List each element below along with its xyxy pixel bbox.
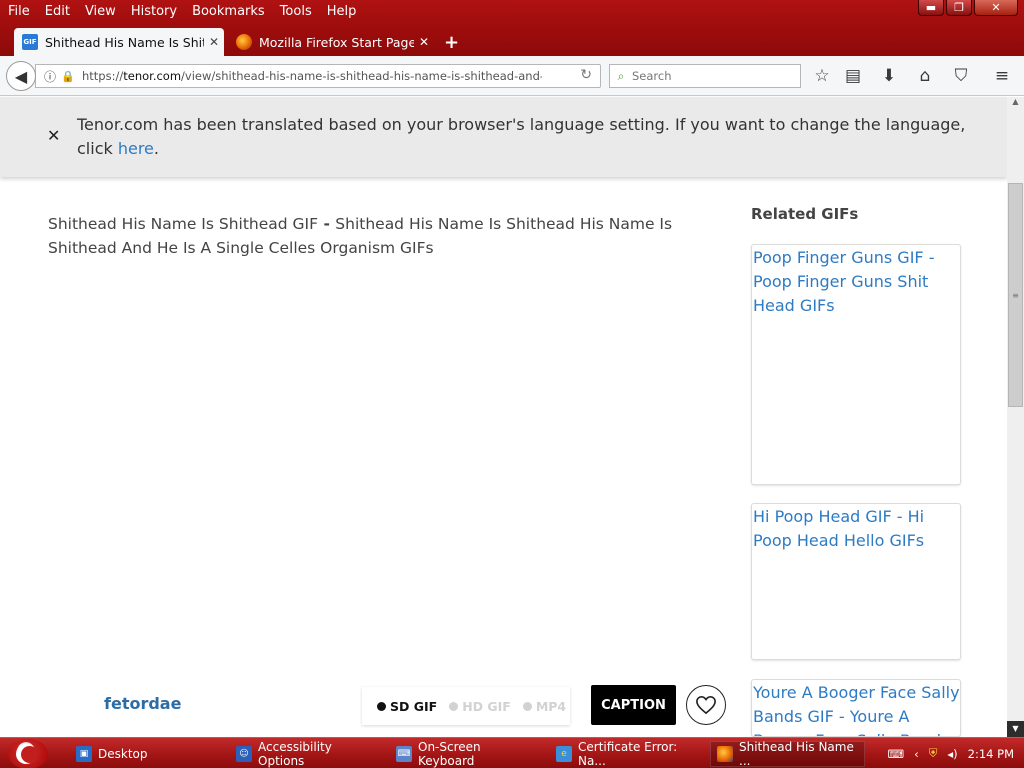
related-gif-title[interactable]: Poop Finger Guns GIF - Poop Finger Guns … <box>752 245 960 318</box>
close-window-button[interactable]: ✕ <box>974 0 1018 16</box>
volume-icon[interactable]: ◂) <box>947 747 957 761</box>
hamburger-menu-icon[interactable]: ≡ <box>991 65 1013 87</box>
menu-bar: File Edit View History Bookmarks Tools H… <box>0 0 363 22</box>
browser-titlebar: File Edit View History Bookmarks Tools H… <box>0 0 1024 56</box>
translation-notice: ✕ Tenor.com has been translated based on… <box>0 97 1007 177</box>
heart-icon <box>696 695 716 715</box>
keyboard-icon: ⌨ <box>396 746 412 762</box>
tab-strip: GIF Shithead His Name Is Shith... ✕ Mozi… <box>0 28 1024 56</box>
taskbar-item-firefox[interactable]: Shithead His Name ... <box>710 740 865 768</box>
bookmarks-library-icon[interactable]: ▤ <box>842 65 864 87</box>
taskbar-label: Shithead His Name ... <box>739 740 854 768</box>
minimize-button[interactable]: ▬ <box>918 0 944 16</box>
taskbar-item-desktop[interactable]: ▣ Desktop <box>70 741 220 767</box>
shield-icon[interactable]: ⛨ <box>929 746 938 761</box>
scroll-up-icon[interactable]: ▲ <box>1007 97 1024 111</box>
gif-favicon-icon: GIF <box>22 34 38 50</box>
radio-dot-icon <box>449 701 459 711</box>
related-gif-card[interactable]: Hi Poop Head GIF - Hi Poop Head Hello GI… <box>751 503 961 660</box>
taskbar-item-keyboard[interactable]: ⌨ On-Screen Keyboard <box>390 740 540 768</box>
close-tab-icon[interactable]: ✕ <box>414 35 434 49</box>
favorite-button[interactable] <box>686 685 726 725</box>
search-bar[interactable]: ⌕ <box>609 64 801 88</box>
url-bar[interactable]: ⓘ 🔒 https://tenor.com/view/shithead-his-… <box>35 64 601 88</box>
ie-icon: e <box>556 746 572 762</box>
downloads-icon[interactable]: ⬇ <box>878 65 900 87</box>
radio-dot-icon <box>377 701 386 711</box>
accessibility-icon: ☺ <box>236 746 252 762</box>
url-text[interactable]: https://tenor.com/view/shithead-his-name… <box>82 69 542 83</box>
close-tab-icon[interactable]: ✕ <box>204 35 224 49</box>
reload-icon[interactable]: ↻ <box>580 67 592 83</box>
taskbar-item-certificate-error[interactable]: e Certificate Error: Na... <box>550 740 705 768</box>
close-notice-icon[interactable]: ✕ <box>47 126 60 145</box>
mp4-option[interactable]: MP4 <box>522 699 566 714</box>
caption-button[interactable]: CAPTION <box>591 685 676 725</box>
system-tray: ⌨ ‹ ⛨ ◂) 2:14 PM <box>888 738 1024 768</box>
scroll-down-icon[interactable]: ▼ <box>1007 721 1024 737</box>
windows-taskbar: ▣ Desktop ☺ Accessibility Options ⌨ On-S… <box>0 737 1024 768</box>
format-selector: SD GIF HD GIF MP4 <box>362 687 570 725</box>
related-gif-card[interactable]: Poop Finger Guns GIF - Poop Finger Guns … <box>751 244 961 485</box>
lock-warning-icon[interactable]: 🔒 <box>60 70 76 83</box>
page-scrollbar[interactable]: ▲ ≡ ▼ <box>1007 97 1024 737</box>
taskbar-label: Certificate Error: Na... <box>578 740 678 768</box>
related-gifs-heading: Related GIFs <box>751 205 859 223</box>
menu-help[interactable]: Help <box>327 4 357 19</box>
menu-file[interactable]: File <box>8 4 30 19</box>
related-gif-card[interactable]: Youre A Booger Face Sally Bands GIF - Yo… <box>751 679 961 737</box>
grip-icon: ≡ <box>1012 290 1019 300</box>
author-link[interactable]: fetordae <box>104 694 181 713</box>
new-tab-icon[interactable]: + <box>444 32 459 53</box>
crescent-cut <box>21 746 38 763</box>
tab-firefox-start[interactable]: Mozilla Firefox Start Page ✕ <box>228 28 434 56</box>
menu-bookmarks[interactable]: Bookmarks <box>192 4 265 19</box>
menu-edit[interactable]: Edit <box>45 4 70 19</box>
window-controls: ▬ ❐ ✕ <box>918 0 1018 16</box>
home-icon[interactable]: ⌂ <box>914 65 936 87</box>
chevron-left-icon[interactable]: ‹ <box>914 747 919 761</box>
restore-button[interactable]: ❐ <box>946 0 972 16</box>
sd-gif-option[interactable]: SD GIF <box>377 699 437 714</box>
desktop-icon: ▣ <box>76 746 92 762</box>
menu-view[interactable]: View <box>85 4 116 19</box>
radio-dot-icon <box>522 701 532 711</box>
start-button[interactable] <box>8 739 48 768</box>
gif-page-title: Shithead His Name Is Shithead GIF - Shit… <box>48 215 673 257</box>
tab-tenor[interactable]: GIF Shithead His Name Is Shith... ✕ <box>14 28 224 56</box>
clock[interactable]: 2:14 PM <box>968 747 1014 761</box>
firefox-icon <box>717 746 733 762</box>
pocket-icon[interactable]: ⛉ <box>950 65 972 87</box>
taskbar-label: Accessibility Options <box>258 740 332 768</box>
taskbar-label: Desktop <box>98 747 148 761</box>
keyboard-tray-icon[interactable]: ⌨ <box>888 747 905 761</box>
back-button[interactable]: ◀ <box>6 61 36 91</box>
related-gif-title[interactable]: Hi Poop Head GIF - Hi Poop Head Hello GI… <box>752 504 960 553</box>
hd-gif-option[interactable]: HD GIF <box>449 699 511 714</box>
scrollbar-thumb[interactable]: ≡ <box>1008 183 1023 407</box>
change-language-link[interactable]: here <box>118 139 154 158</box>
notice-text: Tenor.com has been translated based on y… <box>77 115 966 158</box>
arrow-left-icon: ◀ <box>14 66 28 86</box>
menu-history[interactable]: History <box>131 4 177 19</box>
firefox-favicon-icon <box>236 34 252 50</box>
menu-tools[interactable]: Tools <box>280 4 312 19</box>
taskbar-label: On-Screen Keyboard <box>418 740 481 768</box>
tab-title: Mozilla Firefox Start Page <box>259 34 414 50</box>
search-input[interactable] <box>632 69 792 83</box>
search-icon: ⌕ <box>617 68 625 83</box>
taskbar-item-accessibility[interactable]: ☺ Accessibility Options <box>230 740 380 768</box>
info-icon[interactable]: ⓘ <box>40 68 60 85</box>
bookmark-star-icon[interactable]: ☆ <box>811 65 833 87</box>
related-gif-title[interactable]: Youre A Booger Face Sally Bands GIF - Yo… <box>752 680 960 736</box>
navigation-bar: ⓘ 🔒 https://tenor.com/view/shithead-his-… <box>0 56 1024 96</box>
tab-title: Shithead His Name Is Shith... <box>45 34 204 50</box>
